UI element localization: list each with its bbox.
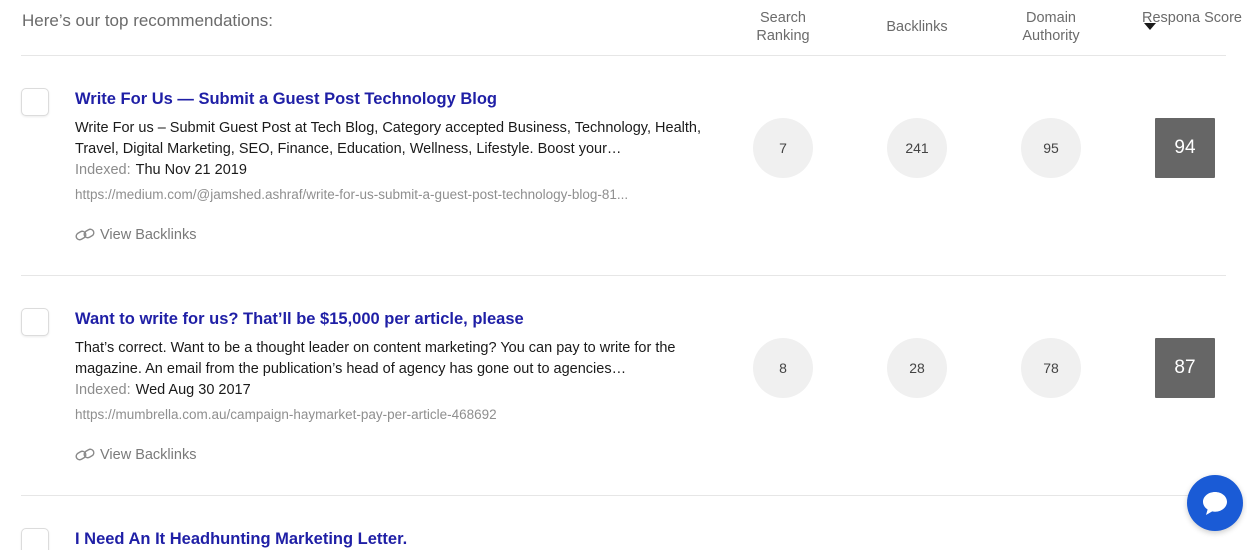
result-row: I Need An It Headhunting Marketing Lette… [0,496,1247,550]
result-title-link[interactable]: I Need An It Headhunting Marketing Lette… [75,530,407,549]
row-checkbox[interactable] [21,88,49,116]
view-backlinks-link[interactable]: View Backlinks [75,227,196,243]
search-ranking-value: 8 [753,338,813,398]
indexed-date: Indexed: Thu Nov 21 2019 [75,162,247,178]
result-title-link[interactable]: Write For Us — Submit a Guest Post Techn… [75,90,497,109]
divider [21,55,1226,56]
column-respona-score[interactable]: Respona Score [1142,9,1242,27]
chat-bubble-icon [1203,492,1227,515]
view-backlinks-label: View Backlinks [100,447,197,463]
result-description: That’s correct. Want to be a thought lea… [75,340,676,377]
domain-authority-value: 95 [1021,118,1081,178]
view-backlinks-label: View Backlinks [100,227,197,243]
view-backlinks-link[interactable]: View Backlinks [75,447,196,463]
row-checkbox[interactable] [21,528,49,550]
indexed-value: Wed Aug 30 2017 [135,382,251,398]
result-url[interactable]: https://mumbrella.com.au/campaign-haymar… [75,407,707,422]
chat-button[interactable] [1187,475,1243,531]
results-header: Here’s our top recommendations: Search R… [0,0,1247,56]
result-description: Write For us – Submit Guest Post at Tech… [75,120,701,157]
column-search-ranking[interactable]: Search Ranking [733,9,833,45]
column-backlinks[interactable]: Backlinks [867,18,967,36]
indexed-label: Indexed: [75,162,131,178]
indexed-date: Indexed: Wed Aug 30 2017 [75,382,251,398]
column-domain-authority[interactable]: Domain Authority [1001,9,1101,45]
respona-score-value: 94 [1155,118,1215,178]
backlinks-value: 241 [887,118,947,178]
respona-score-value: 87 [1155,338,1215,398]
result-url[interactable]: https://medium.com/@jamshed.ashraf/write… [75,187,707,202]
indexed-label: Indexed: [75,382,131,398]
domain-authority-value: 78 [1021,338,1081,398]
link-icon [75,228,95,241]
link-icon [75,448,95,461]
recommendations-heading: Here’s our top recommendations: [22,11,274,30]
indexed-value: Thu Nov 21 2019 [135,162,247,178]
search-ranking-value: 7 [753,118,813,178]
row-checkbox[interactable] [21,308,49,336]
result-title-link[interactable]: Want to write for us? That’ll be $15,000… [75,310,524,329]
backlinks-value: 28 [887,338,947,398]
divider [21,275,1226,276]
